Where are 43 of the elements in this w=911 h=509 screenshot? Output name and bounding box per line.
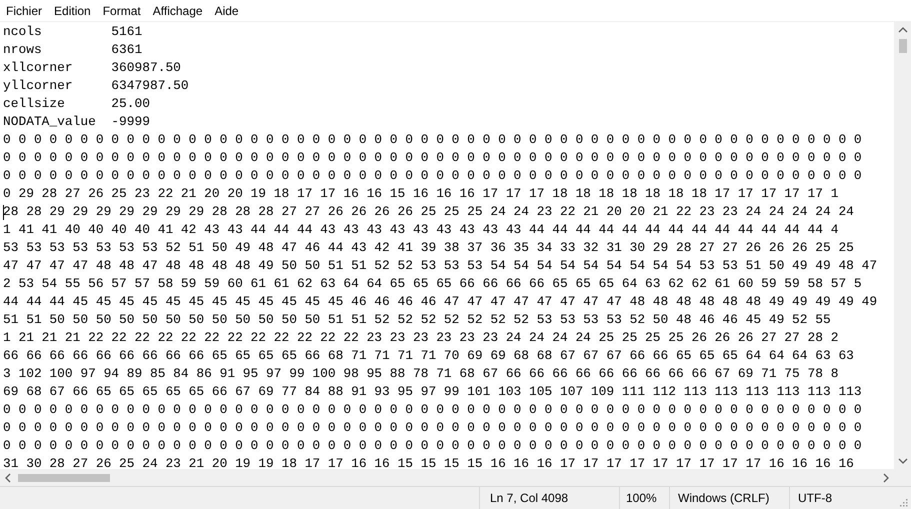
scroll-right-icon[interactable] <box>882 472 890 482</box>
text-line: 0 0 0 0 0 0 0 0 0 0 0 0 0 0 0 0 0 0 0 0 0 0 0 0 0 0 0 0 0 0 0 0 0 0 0 0 0 0 0 0 0 0 0 0 0 0 0 0 0 0 0 0 0 0 0 0 <box>3 168 862 183</box>
cursor-position: Ln 7, Col 4098 <box>480 487 620 509</box>
text-line: 0 0 0 0 0 0 0 0 0 0 0 0 0 0 0 0 0 0 0 0 0 0 0 0 0 0 0 0 0 0 0 0 0 0 0 0 0 0 0 0 0 0 0 0 0 0 0 0 0 0 0 0 0 0 0 0 <box>3 150 862 165</box>
text-line: 0 29 28 27 26 25 23 22 21 20 20 19 18 17 17 16 16 15 16 16 16 17 17 17 18 18 18 18 18 18 18 17 17 17 17 17 1 <box>3 186 838 201</box>
horizontal-scrollbar[interactable] <box>0 469 894 486</box>
scroll-thumb[interactable] <box>18 474 110 482</box>
vertical-scrollbar[interactable] <box>894 22 911 469</box>
text-line: NODATA_value -9999 <box>3 114 150 129</box>
text-line: xllcorner 360987.50 <box>3 60 181 75</box>
text-line: 44 44 44 45 45 45 45 45 45 45 45 45 45 45 45 46 46 46 46 47 47 47 47 47 47 47 47 48 48 48 48 48 48 49 49 49 49 49 <box>3 294 878 309</box>
text-line: 0 0 0 0 0 0 0 0 0 0 0 0 0 0 0 0 0 0 0 0 0 0 0 0 0 0 0 0 0 0 0 0 0 0 0 0 0 0 0 0 0 0 0 0 0 0 0 0 0 0 0 0 0 0 0 0 <box>3 420 862 435</box>
scroll-down-icon[interactable] <box>898 457 908 465</box>
text-line: 2 53 54 55 56 57 57 58 59 59 60 61 61 62 63 64 64 65 65 65 66 66 66 66 65 65 65 64 63 62 62 61 60 59 59 58 57 5 <box>3 276 862 291</box>
menu-item[interactable]: Aide <box>208 2 245 20</box>
encoding: UTF-8 <box>797 490 833 507</box>
menu-item[interactable]: Fichier <box>0 2 48 20</box>
text-line: 31 30 28 27 26 25 24 23 21 20 19 19 18 17 17 16 16 15 15 15 15 16 16 16 17 17 17 17 17 17 17 17 17 16 16 16 16 <box>3 456 854 469</box>
zoom-level: 100% <box>620 487 670 509</box>
menu-item[interactable]: Edition <box>48 2 97 20</box>
text-line: 69 68 67 66 65 65 65 65 65 66 67 69 77 84 88 91 93 95 97 99 101 103 105 107 109 111 112 113 113 113 113 113 113 <box>3 384 862 399</box>
text-line: yllcorner 6347987.50 <box>3 78 189 93</box>
text-line: 66 66 66 66 66 66 66 66 66 65 65 65 65 66 68 71 71 71 71 70 69 69 68 68 67 67 67 66 66 65 65 65 64 64 64 63 63 <box>3 348 854 363</box>
menu-item[interactable]: Affichage <box>146 2 209 20</box>
text-line: 3 102 100 97 94 89 85 84 86 91 95 97 99 100 98 95 88 78 71 68 67 66 66 66 66 66 66 66 66 66 67 69 71 75 78 8 <box>3 366 838 381</box>
text-line: 51 51 50 50 50 50 50 50 50 50 50 50 50 50 51 51 52 52 52 52 52 52 52 53 53 53 53 52 50 48 46 46 45 49 52 55 <box>3 312 831 327</box>
menu-item[interactable]: Format <box>96 2 147 20</box>
text-line: ncols 5161 <box>3 24 142 39</box>
line-ending: Windows (CRLF) <box>670 487 790 509</box>
text-line: 53 53 53 53 53 53 53 52 51 50 49 48 47 46 44 43 42 41 39 38 37 36 35 34 33 32 31 30 29 28 27 27 26 26 26 25 25 <box>3 240 854 255</box>
text-line: 47 47 47 47 48 48 47 48 48 48 48 49 50 50 51 51 52 52 53 53 53 54 54 54 54 54 54 54 54 54 53 53 51 50 49 49 48 47 <box>3 258 878 273</box>
text-line: 1 41 41 40 40 40 40 41 42 43 43 44 44 44 43 43 43 43 43 43 43 43 43 44 44 44 44 44 44 44 44 44 44 44 44 44 4 <box>3 222 838 237</box>
text-line: 0 0 0 0 0 0 0 0 0 0 0 0 0 0 0 0 0 0 0 0 0 0 0 0 0 0 0 0 0 0 0 0 0 0 0 0 0 0 0 0 0 0 0 0 0 0 0 0 0 0 0 0 0 0 0 0 <box>3 402 862 417</box>
resize-grip-icon <box>898 497 908 507</box>
text-line: 1 21 21 21 22 22 22 22 22 22 22 22 22 22 22 22 23 23 23 23 23 23 24 24 24 24 25 25 25 25 26 26 26 27 27 28 2 <box>3 330 838 345</box>
scroll-left-icon[interactable] <box>4 472 12 482</box>
text-line: nrows 6361 <box>3 42 142 57</box>
text-line: 28 28 29 29 29 29 29 29 29 28 28 28 27 27 26 26 26 26 25 25 25 24 24 23 22 21 20 20 21 22 23 23 24 24 24 24 24 <box>3 204 854 219</box>
text-line: 0 0 0 0 0 0 0 0 0 0 0 0 0 0 0 0 0 0 0 0 0 0 0 0 0 0 0 0 0 0 0 0 0 0 0 0 0 0 0 0 0 0 0 0 0 0 0 0 0 0 0 0 0 0 0 0 <box>3 438 862 453</box>
scroll-thumb[interactable] <box>898 39 906 53</box>
scroll-up-icon[interactable] <box>898 26 908 34</box>
text-line: 0 0 0 0 0 0 0 0 0 0 0 0 0 0 0 0 0 0 0 0 0 0 0 0 0 0 0 0 0 0 0 0 0 0 0 0 0 0 0 0 0 0 0 0 0 0 0 0 0 0 0 0 0 0 0 0 <box>3 132 862 147</box>
text-line: cellsize 25.00 <box>3 96 150 111</box>
